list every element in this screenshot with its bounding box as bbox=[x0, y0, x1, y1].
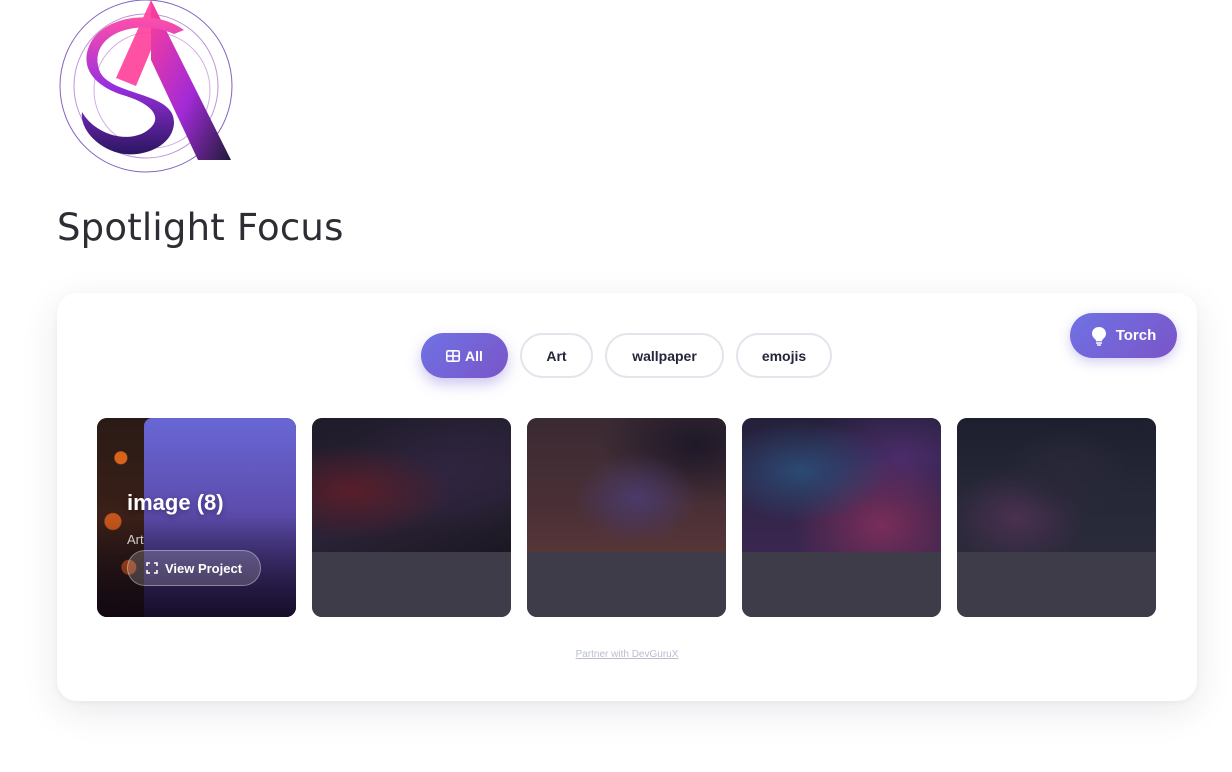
view-project-label: View Project bbox=[164, 560, 243, 576]
project-tile[interactable] bbox=[957, 418, 1156, 617]
gallery-card: Torch All Art wallpaper emojis image (8)… bbox=[57, 293, 1197, 701]
project-thumbnail bbox=[957, 418, 1156, 552]
project-category: Art bbox=[127, 532, 144, 547]
project-title: image (8) bbox=[127, 490, 224, 515]
torch-button[interactable]: Torch bbox=[1070, 313, 1177, 358]
lightbulb-icon bbox=[1091, 326, 1106, 346]
partner-link[interactable]: Partner with DevGuruX bbox=[57, 649, 1197, 660]
project-thumbnail bbox=[312, 418, 511, 552]
brand-logo-mark bbox=[59, 0, 233, 173]
project-tile-featured[interactable]: image (8) Art View Project bbox=[97, 418, 296, 617]
filter-label: emojis bbox=[761, 347, 807, 364]
filter-emojis[interactable]: emojis bbox=[736, 333, 832, 378]
brand-logo: SA bbox=[56, 0, 238, 176]
filter-label: Art bbox=[546, 347, 567, 364]
filter-all[interactable]: All bbox=[421, 333, 508, 378]
filter-label: All bbox=[465, 347, 483, 364]
grid-icon bbox=[446, 349, 461, 362]
page-title: Spotlight Focus bbox=[57, 206, 344, 249]
view-project-button[interactable]: View Project bbox=[127, 550, 261, 586]
filter-label: wallpaper bbox=[632, 347, 697, 364]
project-thumbnail bbox=[527, 418, 726, 552]
filter-wallpaper[interactable]: wallpaper bbox=[605, 333, 724, 378]
project-gallery: image (8) Art View Project bbox=[97, 418, 1156, 617]
project-tile[interactable] bbox=[312, 418, 511, 617]
filter-bar: All Art wallpaper emojis bbox=[421, 333, 832, 378]
expand-icon bbox=[146, 562, 158, 574]
project-tile[interactable] bbox=[527, 418, 726, 617]
torch-button-label: Torch bbox=[1115, 327, 1157, 344]
project-tile[interactable] bbox=[742, 418, 941, 617]
filter-art[interactable]: Art bbox=[520, 333, 593, 378]
project-thumbnail bbox=[742, 418, 941, 552]
